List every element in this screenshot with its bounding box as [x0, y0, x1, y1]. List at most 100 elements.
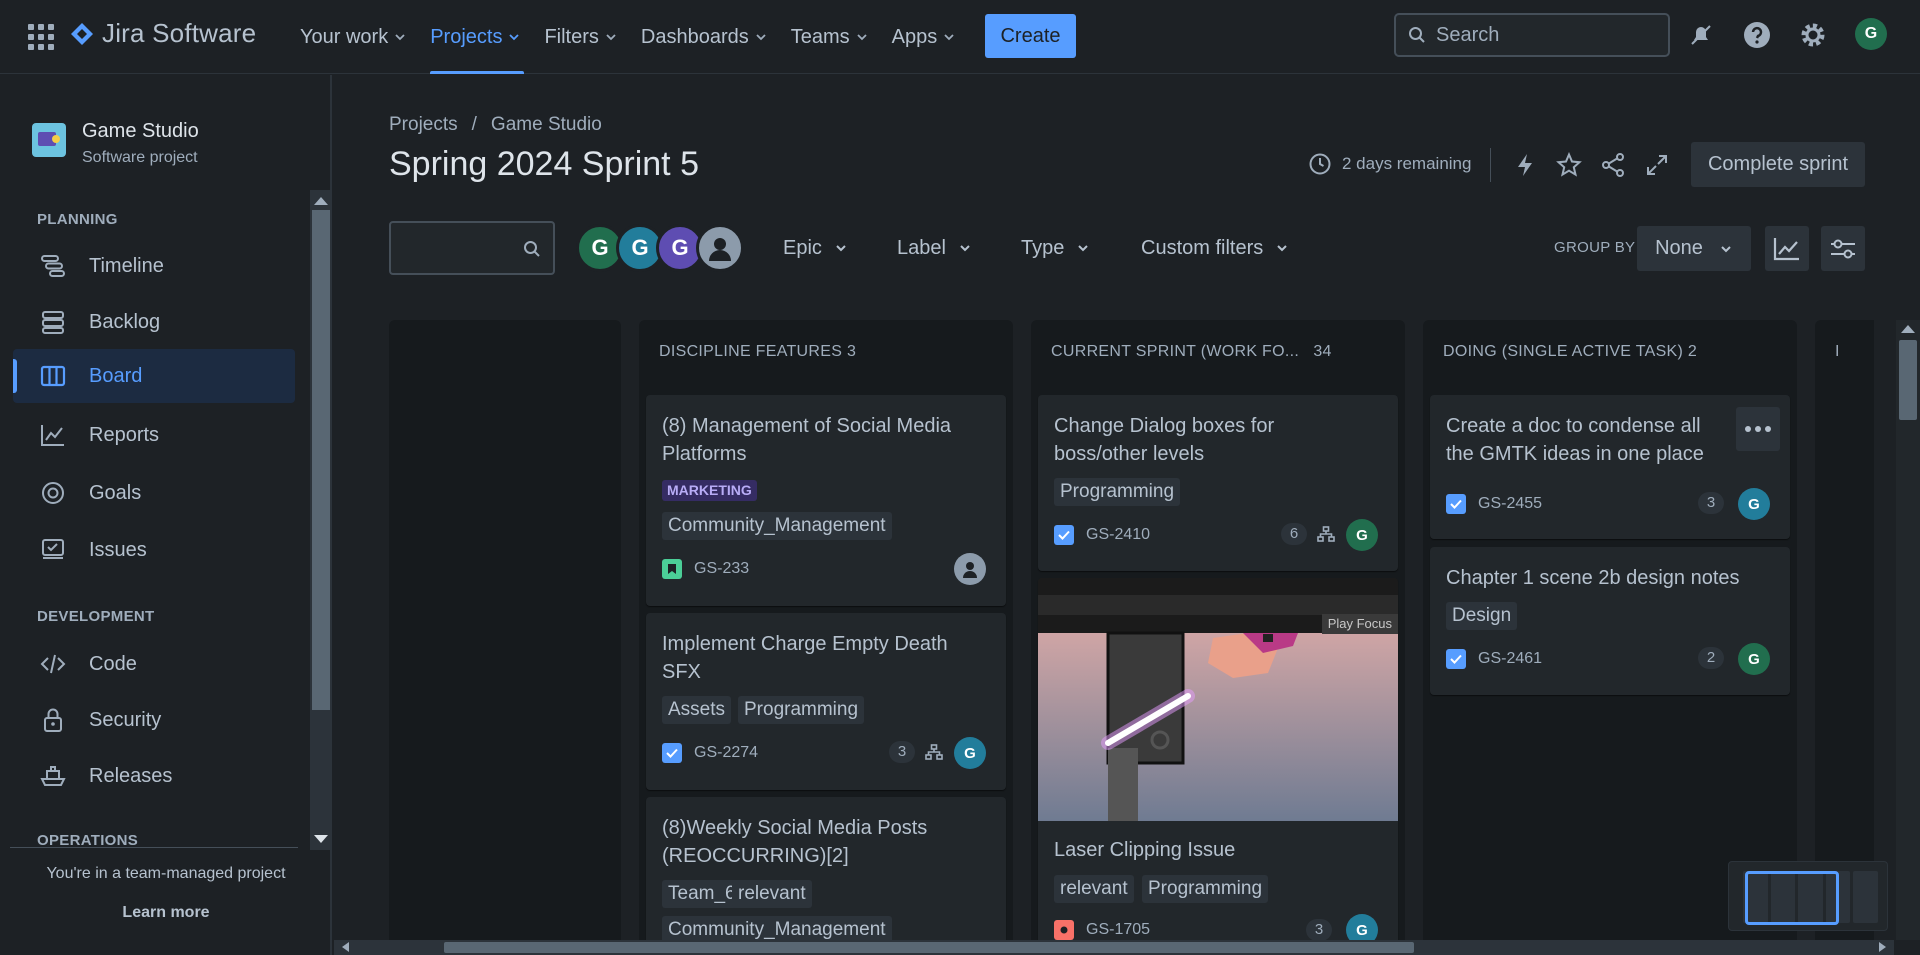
nav-your-work[interactable]: Your work [288, 0, 418, 74]
sidebar-item-reports[interactable]: Reports [13, 408, 295, 462]
share-icon[interactable] [1596, 148, 1630, 182]
learn-more-link[interactable]: Learn more [0, 904, 332, 922]
chevron-down-icon [756, 34, 766, 41]
scroll-left-arrow-icon[interactable] [342, 942, 349, 952]
complete-sprint-button[interactable]: Complete sprint [1691, 142, 1865, 187]
board-hscroll-thumb[interactable] [444, 942, 1414, 953]
chevron-down-icon [944, 34, 954, 41]
story-points: 3 [1306, 919, 1332, 940]
unassigned-avatar[interactable] [696, 224, 744, 272]
sidebar-item-backlog[interactable]: Backlog [13, 295, 295, 349]
fullscreen-icon[interactable] [1640, 148, 1674, 182]
issue-card[interactable]: (8) Management of Social Media Platforms… [646, 395, 1006, 606]
sprint-remaining[interactable]: 2 days remaining [1308, 152, 1471, 176]
column-header: DISCIPLINE FEATURES 3 [659, 343, 857, 360]
settings-icon[interactable] [1796, 18, 1830, 52]
assignee-filter: G G G [576, 224, 744, 272]
create-button[interactable]: Create [985, 14, 1076, 58]
insights-button[interactable] [1765, 226, 1809, 271]
sidebar-scrollbar[interactable] [310, 190, 332, 850]
view-settings-button[interactable] [1821, 226, 1865, 271]
custom-filters[interactable]: Custom filters [1141, 228, 1289, 268]
expand-icon [1647, 155, 1667, 175]
scroll-up-arrow-icon[interactable] [1901, 325, 1915, 333]
issue-card[interactable]: Change Dialog boxes for boss/other level… [1038, 395, 1398, 571]
card-title: (8) Management of Social Media Platforms [662, 415, 952, 465]
scroll-right-arrow-icon[interactable] [1879, 942, 1886, 952]
task-type-icon [1054, 525, 1074, 545]
project-header[interactable]: Game Studio Software project [32, 120, 199, 167]
assignee-avatar[interactable]: G [1738, 488, 1770, 520]
issue-key[interactable]: GS-233 [662, 559, 749, 579]
issue-card[interactable]: Chapter 1 scene 2b design notes Design G… [1430, 547, 1790, 695]
board-search-input[interactable] [389, 221, 555, 275]
automation-icon[interactable] [1508, 148, 1542, 182]
sidebar-item-security[interactable]: Security [13, 693, 295, 747]
breadcrumb-projects[interactable]: Projects [389, 114, 458, 136]
global-search[interactable] [1394, 13, 1670, 57]
issue-card[interactable]: Implement Charge Empty Death SFX Assets … [646, 613, 1006, 790]
scroll-down-arrow-icon[interactable] [314, 835, 328, 843]
issue-card[interactable]: Create a doc to condense all the GMTK id… [1430, 395, 1790, 539]
notifications-icon[interactable] [1684, 18, 1718, 52]
nav-projects[interactable]: Projects [418, 0, 532, 74]
assignee-avatar[interactable]: G [1738, 643, 1770, 675]
label-filter[interactable]: Label [897, 228, 972, 268]
sidebar-item-code[interactable]: Code [13, 637, 295, 691]
sidebar-item-issues[interactable]: Issues [13, 523, 295, 577]
scroll-up-arrow-icon[interactable] [314, 197, 328, 205]
sidebar-item-label: Releases [89, 764, 173, 787]
issue-key[interactable]: GS-2274 [662, 743, 758, 763]
star-icon[interactable] [1552, 148, 1586, 182]
sidebar-item-goals[interactable]: Goals [13, 466, 295, 520]
nav-teams-label: Teams [790, 25, 850, 48]
backlog-icon [42, 311, 64, 334]
assignee-avatar[interactable]: G [1346, 519, 1378, 551]
nav-apps[interactable]: Apps [880, 0, 968, 74]
story-type-icon [662, 559, 682, 579]
app-switcher-icon[interactable] [28, 24, 54, 50]
board-vertical-scrollbar[interactable] [1896, 320, 1920, 940]
sidebar-item-releases[interactable]: Releases [13, 749, 295, 803]
section-development: DEVELOPMENT [37, 608, 155, 625]
board-column: DISCIPLINE FEATURES 3 (8) Management of … [639, 320, 1013, 940]
unassigned-avatar[interactable] [954, 553, 986, 585]
jira-logo[interactable]: Jira Software [70, 18, 256, 49]
nav-dashboards[interactable]: Dashboards [629, 0, 779, 74]
breadcrumb-project[interactable]: Game Studio [491, 114, 602, 136]
board-horizontal-scrollbar[interactable] [334, 940, 1894, 955]
board-icon [40, 365, 66, 387]
sidebar-scroll-thumb[interactable] [312, 210, 330, 710]
group-by-select[interactable]: None [1637, 226, 1751, 271]
card-label: Programming [1054, 478, 1181, 506]
assignee-avatar[interactable]: G [954, 737, 986, 769]
project-type: Software project [82, 149, 198, 166]
person-icon [709, 238, 731, 261]
sidebar-item-board[interactable]: Board [13, 349, 295, 403]
issue-key[interactable]: GS-2410 [1054, 525, 1150, 545]
board-minimap[interactable] [1728, 861, 1888, 931]
sidebar-item-timeline[interactable]: Timeline [13, 239, 295, 293]
issue-key[interactable]: GS-2455 [1446, 494, 1542, 514]
person-icon [963, 562, 977, 578]
user-avatar[interactable]: G [1855, 18, 1887, 50]
help-icon[interactable] [1740, 18, 1774, 52]
task-type-icon [1446, 494, 1466, 514]
board-scroll-thumb[interactable] [1899, 340, 1917, 420]
issue-key[interactable]: GS-1705 [1054, 920, 1150, 940]
minimap-viewport[interactable] [1745, 871, 1839, 925]
more-actions-button[interactable] [1736, 407, 1780, 451]
issue-card[interactable]: (8)Weekly Social Media Posts (REOCCURRIN… [646, 797, 1006, 940]
nav-teams[interactable]: Teams [779, 0, 880, 74]
issues-icon [42, 539, 64, 559]
issue-key[interactable]: GS-2461 [1446, 649, 1542, 669]
global-search-input[interactable] [1436, 23, 1636, 47]
nav-filters[interactable]: Filters [532, 0, 628, 74]
assignee-avatar[interactable]: G [1346, 914, 1378, 940]
issue-key-text: GS-2455 [1478, 495, 1543, 512]
group-by-value: None [1655, 237, 1703, 259]
epic-filter[interactable]: Epic [783, 228, 848, 268]
issue-card[interactable]: Play Focus Laser Clipping Issue relevant… [1038, 578, 1398, 940]
issue-key-text: GS-233 [694, 560, 750, 577]
type-filter[interactable]: Type [1021, 228, 1090, 268]
